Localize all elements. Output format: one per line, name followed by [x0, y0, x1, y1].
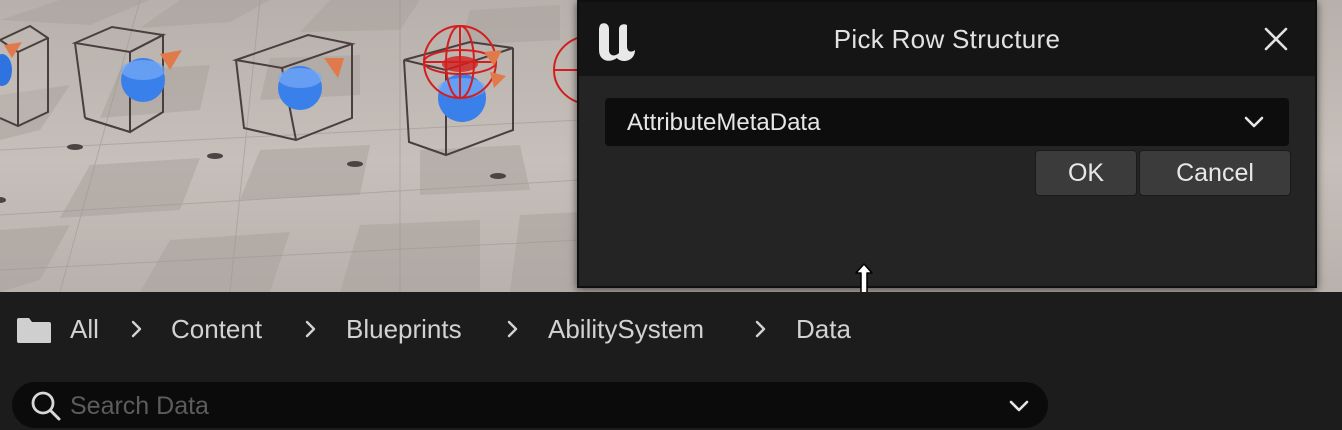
chevron-right-icon	[305, 320, 316, 338]
ok-button[interactable]: OK	[1035, 150, 1137, 196]
editor-window: Pick Row Structure AttributeMetaData OK …	[0, 0, 1342, 430]
cube-actor-1[interactable]	[0, 24, 49, 128]
floor-lines	[0, 0, 581, 292]
row-structure-combo[interactable]: AttributeMetaData	[605, 98, 1289, 146]
dialog-titlebar[interactable]: Pick Row Structure	[579, 2, 1315, 76]
chevron-right-icon	[507, 320, 518, 338]
combo-selected-value: AttributeMetaData	[627, 109, 821, 136]
search-icon	[31, 391, 61, 421]
cancel-button[interactable]: Cancel	[1139, 150, 1291, 196]
floor-markers	[0, 197, 6, 203]
close-icon[interactable]	[1261, 24, 1291, 54]
search-box[interactable]	[12, 382, 1048, 428]
breadcrumb-item-blueprints[interactable]: Blueprints	[346, 314, 462, 345]
breadcrumb-item-content[interactable]: Content	[171, 314, 262, 345]
pick-row-structure-dialog: Pick Row Structure AttributeMetaData OK …	[577, 0, 1317, 288]
breadcrumb-item-all[interactable]: All	[70, 314, 99, 345]
breadcrumb-item-abilitysystem[interactable]: AbilitySystem	[548, 314, 704, 345]
chevron-down-icon	[1244, 116, 1264, 128]
chevron-right-icon	[131, 320, 142, 338]
dialog-title: Pick Row Structure	[833, 24, 1061, 54]
chevron-down-icon[interactable]	[1008, 397, 1030, 415]
chevron-right-icon	[755, 320, 766, 338]
search-input[interactable]	[68, 388, 972, 424]
breadcrumb-item-data[interactable]: Data	[796, 314, 851, 345]
folder-icon[interactable]	[16, 316, 52, 344]
